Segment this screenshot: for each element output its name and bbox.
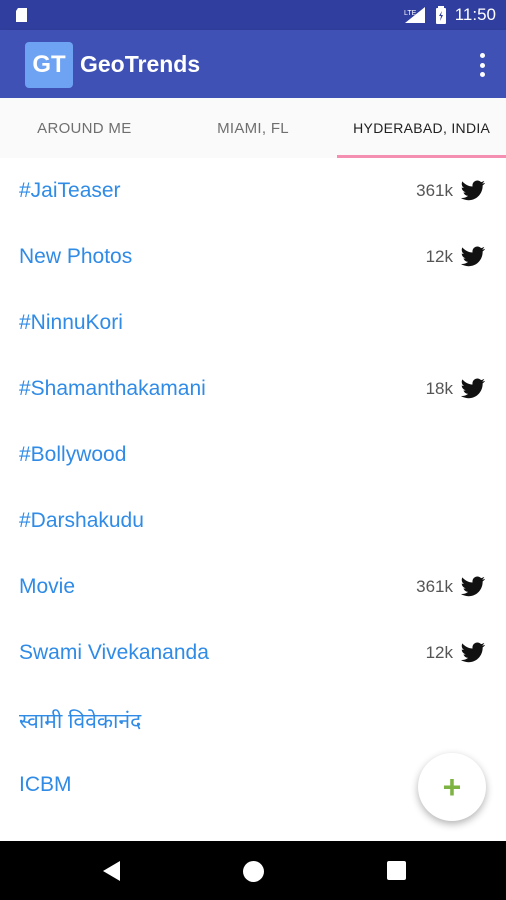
tab-hyderabad[interactable]: HYDERABAD, INDIA: [337, 98, 506, 158]
network-type: LTE: [404, 10, 417, 17]
tweet-count: 18k: [425, 379, 453, 398]
trend-meta: 361k: [416, 576, 486, 598]
trend-row[interactable]: #Darshakudu: [0, 488, 506, 554]
tweet-count: 12k: [425, 643, 453, 662]
trend-label[interactable]: #NinnuKori: [19, 311, 123, 335]
trends-list: #JaiTeaser 361k New Photos 12k #NinnuKor…: [0, 158, 506, 818]
trend-row[interactable]: #JaiTeaser 361k: [0, 158, 506, 224]
tweet-count: 361k: [416, 577, 453, 596]
twitter-bird-icon: [460, 246, 486, 267]
tab-around-me[interactable]: AROUND ME: [0, 98, 169, 158]
trend-meta: 12k: [426, 642, 486, 664]
trend-row[interactable]: स्वामी विवेकानंद: [0, 686, 506, 752]
twitter-bird-icon: [460, 378, 486, 399]
battery-icon: [435, 6, 446, 24]
trend-label[interactable]: स्वामी विवेकानंद: [19, 707, 141, 735]
sd-card-icon: [16, 8, 27, 22]
overflow-menu-icon[interactable]: [470, 50, 494, 80]
trend-label[interactable]: #Darshakudu: [19, 509, 144, 533]
location-tabs: AROUND ME MIAMI, FL HYDERABAD, INDIA: [0, 98, 506, 158]
trend-row[interactable]: #Bollywood: [0, 422, 506, 488]
trend-row[interactable]: New Photos 12k: [0, 224, 506, 290]
trend-row[interactable]: #Shamanthakamani 18k: [0, 356, 506, 422]
tweet-count: 361k: [416, 181, 453, 200]
tweet-count: 12k: [425, 247, 453, 266]
twitter-bird-icon: [460, 576, 486, 597]
trend-meta: 12k: [426, 246, 486, 268]
signal-icon: LTE: [404, 7, 425, 23]
trend-label[interactable]: #Shamanthakamani: [19, 377, 206, 401]
trend-row[interactable]: Swami Vivekananda 12k: [0, 620, 506, 686]
twitter-bird-icon: [460, 180, 486, 201]
app-logo: GT: [25, 42, 73, 88]
system-nav-bar: [0, 841, 506, 900]
trend-label[interactable]: ICBM: [19, 773, 72, 797]
back-icon[interactable]: [100, 859, 122, 883]
twitter-bird-icon: [460, 642, 486, 663]
trend-meta: 361k: [416, 180, 486, 202]
trend-meta: 18k: [426, 378, 486, 400]
trend-row[interactable]: #NinnuKori: [0, 290, 506, 356]
trend-label[interactable]: New Photos: [19, 245, 132, 269]
app-title: GeoTrends: [80, 51, 201, 77]
home-icon[interactable]: [243, 861, 264, 882]
status-bar: LTE 11:50: [0, 0, 506, 30]
recents-icon[interactable]: [387, 861, 406, 880]
tab-miami[interactable]: MIAMI, FL: [169, 98, 338, 158]
status-time: 11:50: [454, 5, 496, 24]
trend-row[interactable]: Movie 361k: [0, 554, 506, 620]
trend-label[interactable]: Swami Vivekananda: [19, 641, 209, 665]
trend-label[interactable]: Movie: [19, 575, 75, 599]
app-bar: GT GeoTrends: [0, 30, 506, 98]
add-location-fab[interactable]: +: [418, 753, 486, 821]
plus-icon: +: [442, 769, 462, 805]
trend-label[interactable]: #JaiTeaser: [19, 179, 121, 203]
trend-label[interactable]: #Bollywood: [19, 443, 126, 467]
